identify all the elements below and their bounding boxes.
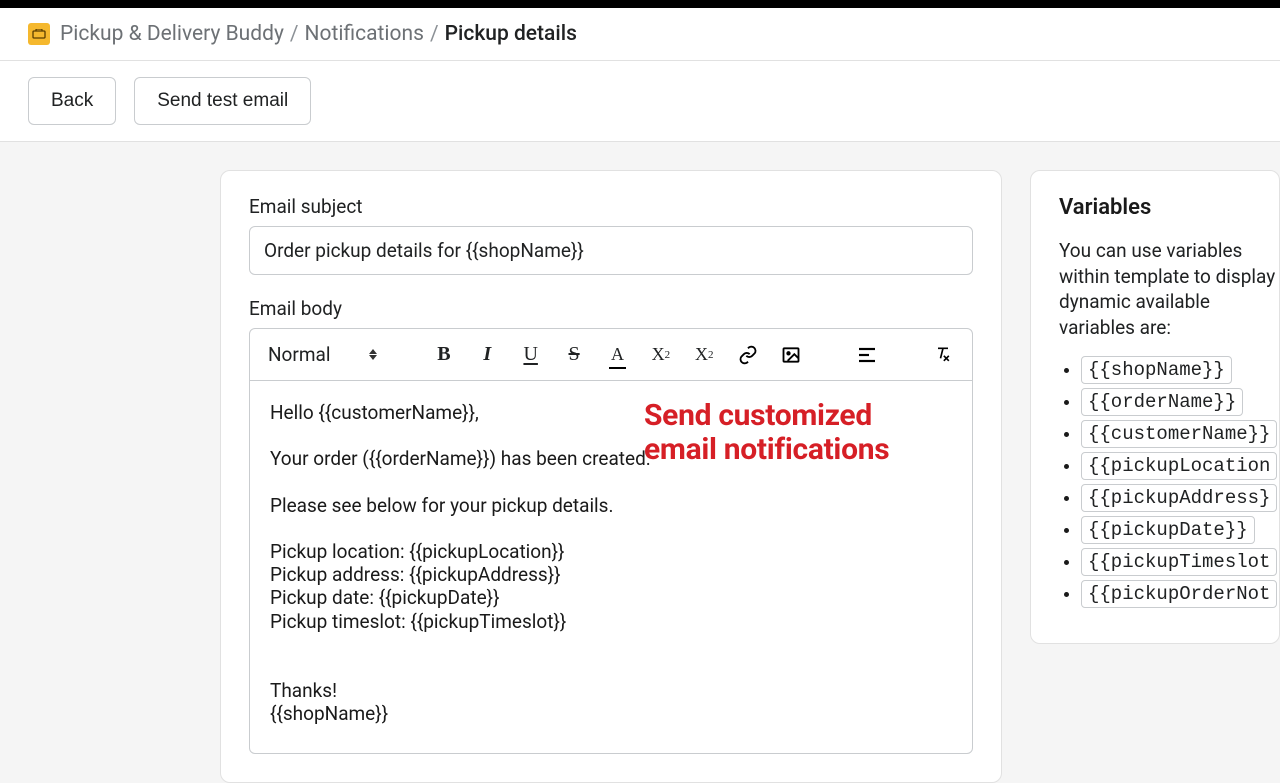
italic-icon[interactable]: I — [477, 343, 498, 367]
body-line: Pickup timeslot: {{pickupTimeslot}} — [270, 610, 952, 633]
bold-icon[interactable]: B — [433, 343, 454, 367]
subscript-icon[interactable]: X2 — [650, 343, 671, 367]
body-line: Please see below for your pickup details… — [270, 494, 952, 517]
variable-token[interactable]: {{pickupOrderNot — [1081, 580, 1277, 608]
overlay-line: email notifications — [644, 433, 889, 467]
align-icon[interactable] — [857, 343, 878, 367]
variable-item: {{pickupDate}} — [1081, 519, 1279, 541]
font-color-icon[interactable]: A — [607, 343, 628, 367]
breadcrumb-section[interactable]: Notifications — [305, 22, 424, 46]
body-line — [270, 633, 952, 656]
body-line: Pickup date: {{pickupDate}} — [270, 586, 952, 609]
app-icon — [28, 23, 50, 45]
content-area: Email subject Email body Normal B I U S … — [0, 142, 1280, 783]
superscript-icon[interactable]: X2 — [694, 343, 715, 367]
breadcrumb-bar: Pickup & Delivery Buddy / Notifications … — [0, 8, 1280, 61]
body-line: Pickup address: {{pickupAddress}} — [270, 563, 952, 586]
breadcrumb: Pickup & Delivery Buddy / Notifications … — [60, 22, 577, 46]
body-label: Email body — [249, 297, 973, 320]
variable-item: {{pickupLocation — [1081, 455, 1279, 477]
image-icon[interactable] — [780, 343, 801, 367]
variables-list: {{shopName}} {{orderName}} {{customerNam… — [1059, 359, 1279, 605]
window-titlebar — [0, 0, 1280, 8]
breadcrumb-separator: / — [430, 22, 439, 46]
variable-item: {{pickupAddress} — [1081, 487, 1279, 509]
variable-token[interactable]: {{customerName}} — [1081, 420, 1277, 448]
clear-format-icon[interactable] — [933, 343, 954, 367]
back-button[interactable]: Back — [28, 77, 116, 125]
strikethrough-icon[interactable]: S — [563, 343, 584, 367]
send-test-email-button[interactable]: Send test email — [134, 77, 311, 125]
variable-token[interactable]: {{shopName}} — [1081, 356, 1232, 384]
format-style-value: Normal — [268, 343, 330, 366]
variable-token[interactable]: {{pickupTimeslot — [1081, 548, 1277, 576]
variables-card: Variables You can use variables within t… — [1030, 170, 1280, 644]
body-line — [270, 656, 952, 679]
action-bar: Back Send test email — [0, 61, 1280, 142]
variable-item: {{pickupTimeslot — [1081, 551, 1279, 573]
select-caret-icon — [368, 349, 378, 360]
variable-item: {{shopName}} — [1081, 359, 1279, 381]
variables-title: Variables — [1059, 195, 1279, 220]
editor-toolbar: Normal B I U S A X2 X2 — [250, 329, 972, 381]
body-line — [270, 517, 952, 540]
variable-item: {{orderName}} — [1081, 391, 1279, 413]
breadcrumb-current: Pickup details — [445, 22, 577, 46]
overlay-line: Send customized — [644, 399, 889, 433]
variable-item: {{customerName}} — [1081, 423, 1279, 445]
body-line — [270, 471, 952, 494]
link-icon[interactable] — [737, 343, 758, 367]
variable-token[interactable]: {{pickupAddress} — [1081, 484, 1277, 512]
breadcrumb-app[interactable]: Pickup & Delivery Buddy — [60, 22, 284, 46]
rich-text-editor: Normal B I U S A X2 X2 — [249, 328, 973, 754]
body-line: Thanks! — [270, 679, 952, 702]
body-line: Pickup location: {{pickupLocation}} — [270, 540, 952, 563]
format-style-select[interactable]: Normal — [268, 343, 378, 366]
email-body-textarea[interactable]: Hello {{customerName}}, Your order ({{or… — [250, 381, 972, 753]
variables-description: You can use variables within template to… — [1059, 238, 1279, 341]
promo-overlay: Send customized email notifications — [644, 399, 889, 466]
variable-item: {{pickupOrderNot — [1081, 583, 1279, 605]
variable-token[interactable]: {{orderName}} — [1081, 388, 1243, 416]
email-subject-input[interactable] — [249, 226, 973, 275]
body-line: {{shopName}} — [270, 702, 952, 725]
underline-icon[interactable]: U — [520, 343, 541, 367]
breadcrumb-separator: / — [290, 22, 299, 46]
email-editor-card: Email subject Email body Normal B I U S … — [220, 170, 1002, 783]
subject-label: Email subject — [249, 195, 973, 218]
variable-token[interactable]: {{pickupDate}} — [1081, 516, 1255, 544]
variable-token[interactable]: {{pickupLocation — [1081, 452, 1277, 480]
